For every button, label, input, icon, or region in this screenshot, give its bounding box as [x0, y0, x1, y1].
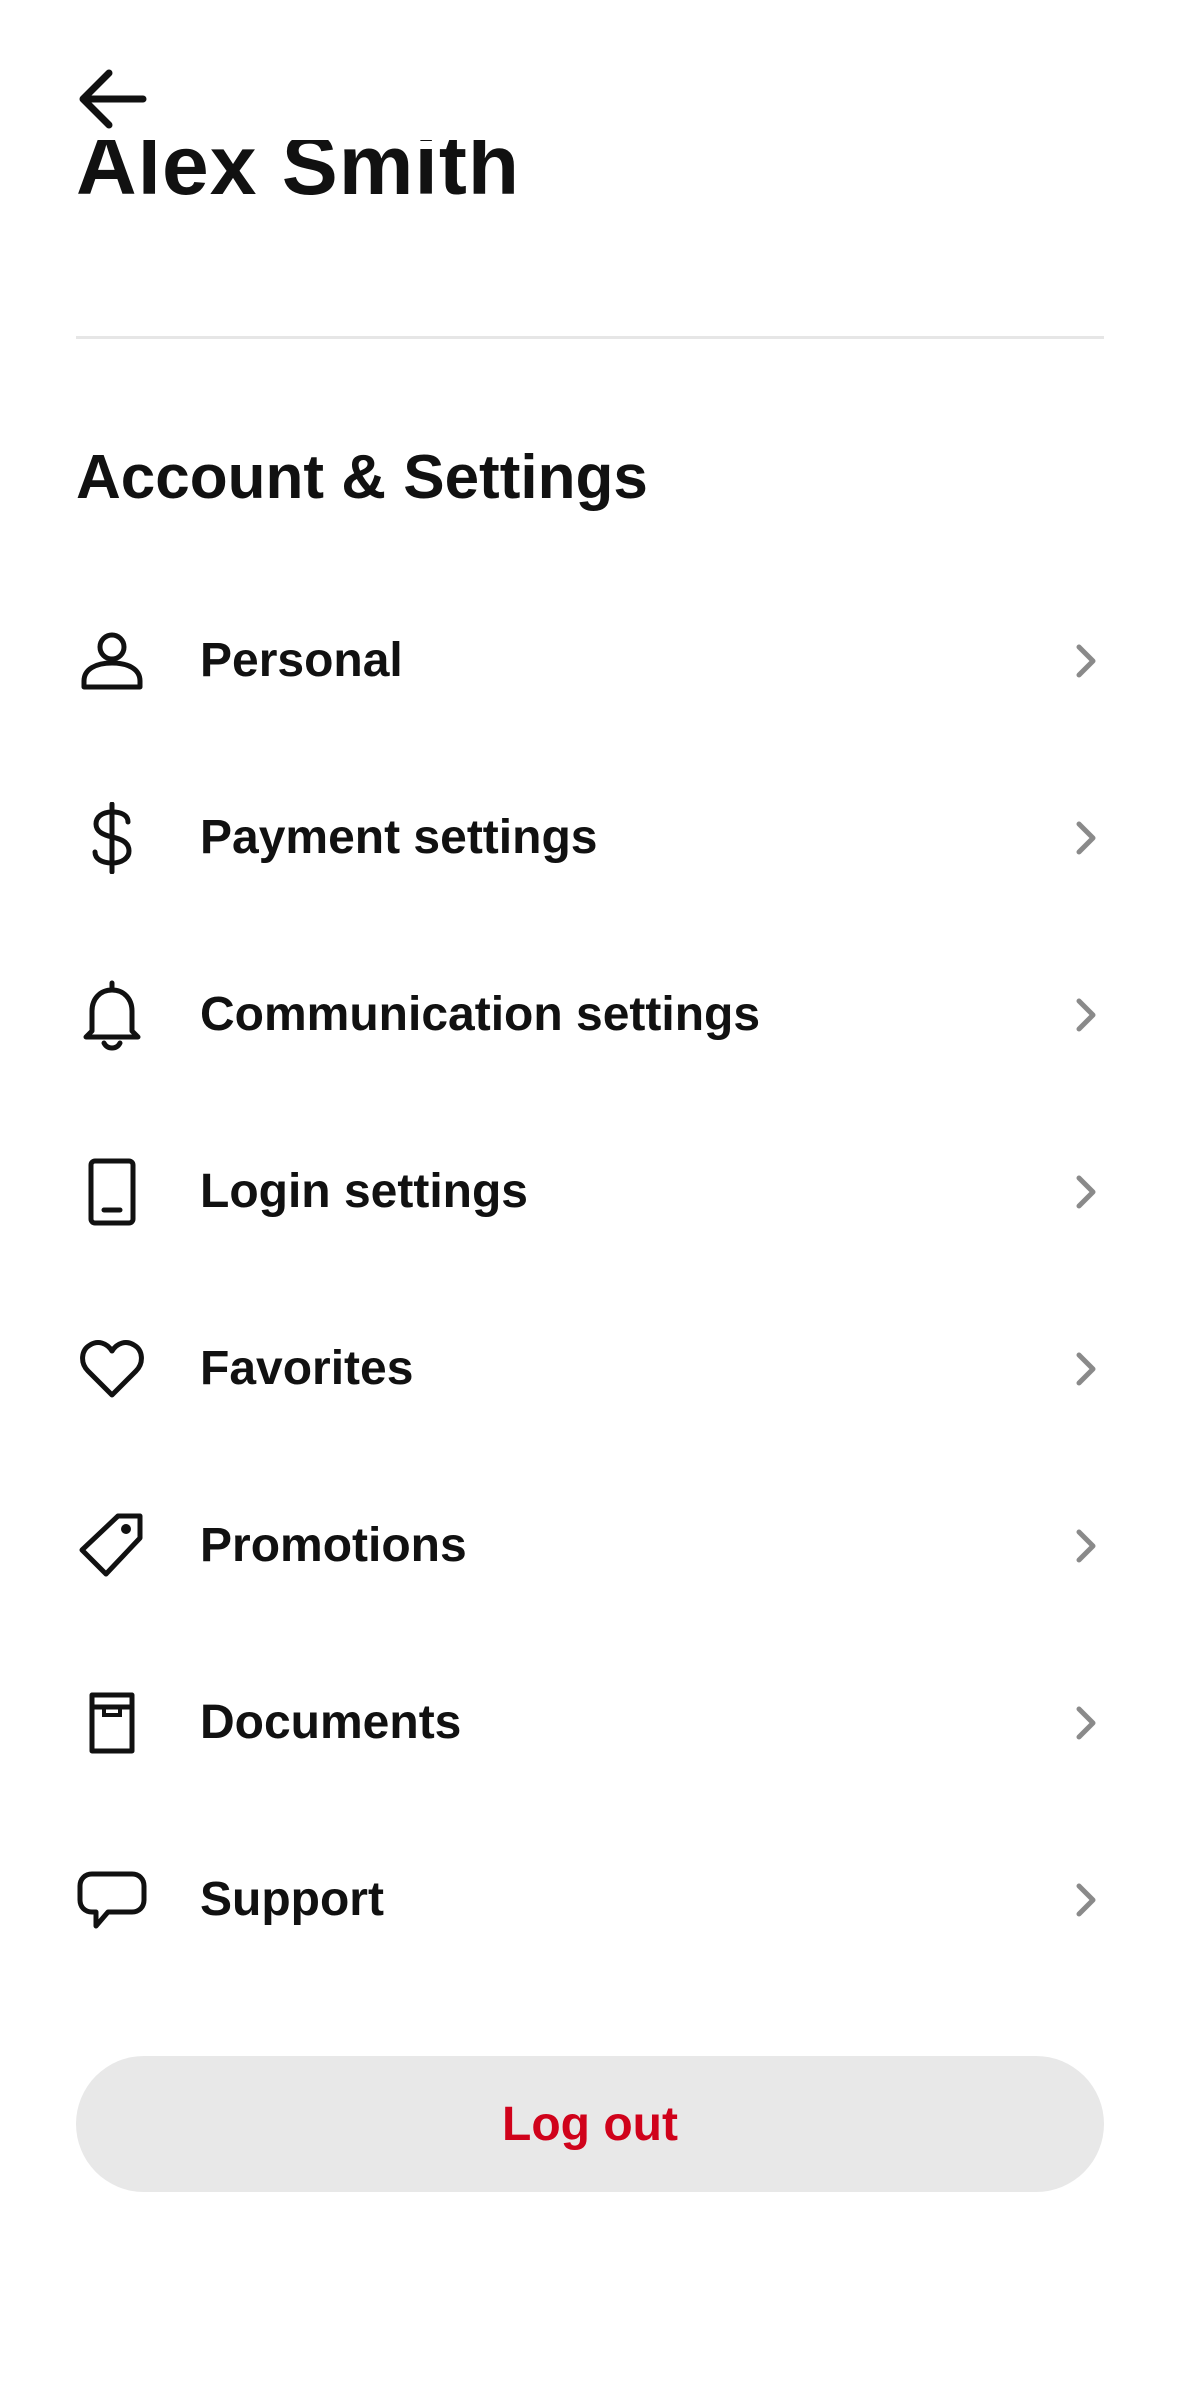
menu-item-support[interactable]: Support: [0, 1811, 1180, 1988]
heart-icon: [76, 1333, 148, 1405]
back-button[interactable]: [70, 56, 156, 142]
menu-item-label: Payment settings: [200, 810, 598, 864]
dollar-icon: [76, 801, 148, 874]
menu-item-label: Promotions: [200, 1518, 467, 1572]
chevron-right-icon: [1068, 1701, 1104, 1745]
menu-item-payment-settings[interactable]: Payment settings: [0, 749, 1180, 926]
profile-name-container: Alex Smith: [76, 140, 1116, 230]
menu-item-label: Communication settings: [200, 987, 761, 1041]
menu-item-promotions[interactable]: Promotions: [0, 1457, 1180, 1634]
menu-item-label: Support: [200, 1872, 384, 1926]
arrow-left-icon: [79, 69, 147, 129]
tag-icon: [76, 1510, 148, 1582]
menu-item-personal[interactable]: Personal: [0, 572, 1180, 749]
chevron-right-icon: [1068, 1170, 1104, 1214]
document-icon: [76, 1687, 148, 1759]
chevron-right-icon: [1068, 1524, 1104, 1568]
settings-menu: Personal Payment settings Communication …: [0, 572, 1180, 1988]
chat-bubble-icon: [76, 1864, 148, 1936]
person-icon: [76, 625, 148, 697]
chevron-right-icon: [1068, 993, 1104, 1037]
menu-item-label: Favorites: [200, 1341, 414, 1395]
chevron-right-icon: [1068, 1878, 1104, 1922]
menu-item-communication-settings[interactable]: Communication settings: [0, 926, 1180, 1103]
profile-name: Alex Smith: [76, 140, 521, 212]
chevron-right-icon: [1068, 816, 1104, 860]
chevron-right-icon: [1068, 639, 1104, 683]
section-title: Account & Settings: [76, 443, 648, 512]
menu-item-label: Login settings: [200, 1164, 528, 1218]
menu-item-label: Documents: [200, 1695, 462, 1749]
menu-item-login-settings[interactable]: Login settings: [0, 1103, 1180, 1280]
divider: [76, 336, 1104, 339]
menu-item-label: Personal: [200, 633, 403, 687]
menu-item-favorites[interactable]: Favorites: [0, 1280, 1180, 1457]
chevron-right-icon: [1068, 1347, 1104, 1391]
menu-item-documents[interactable]: Documents: [0, 1634, 1180, 1811]
phone-icon: [76, 1156, 148, 1228]
logout-button[interactable]: Log out: [76, 2056, 1104, 2192]
bell-icon: [76, 979, 148, 1051]
